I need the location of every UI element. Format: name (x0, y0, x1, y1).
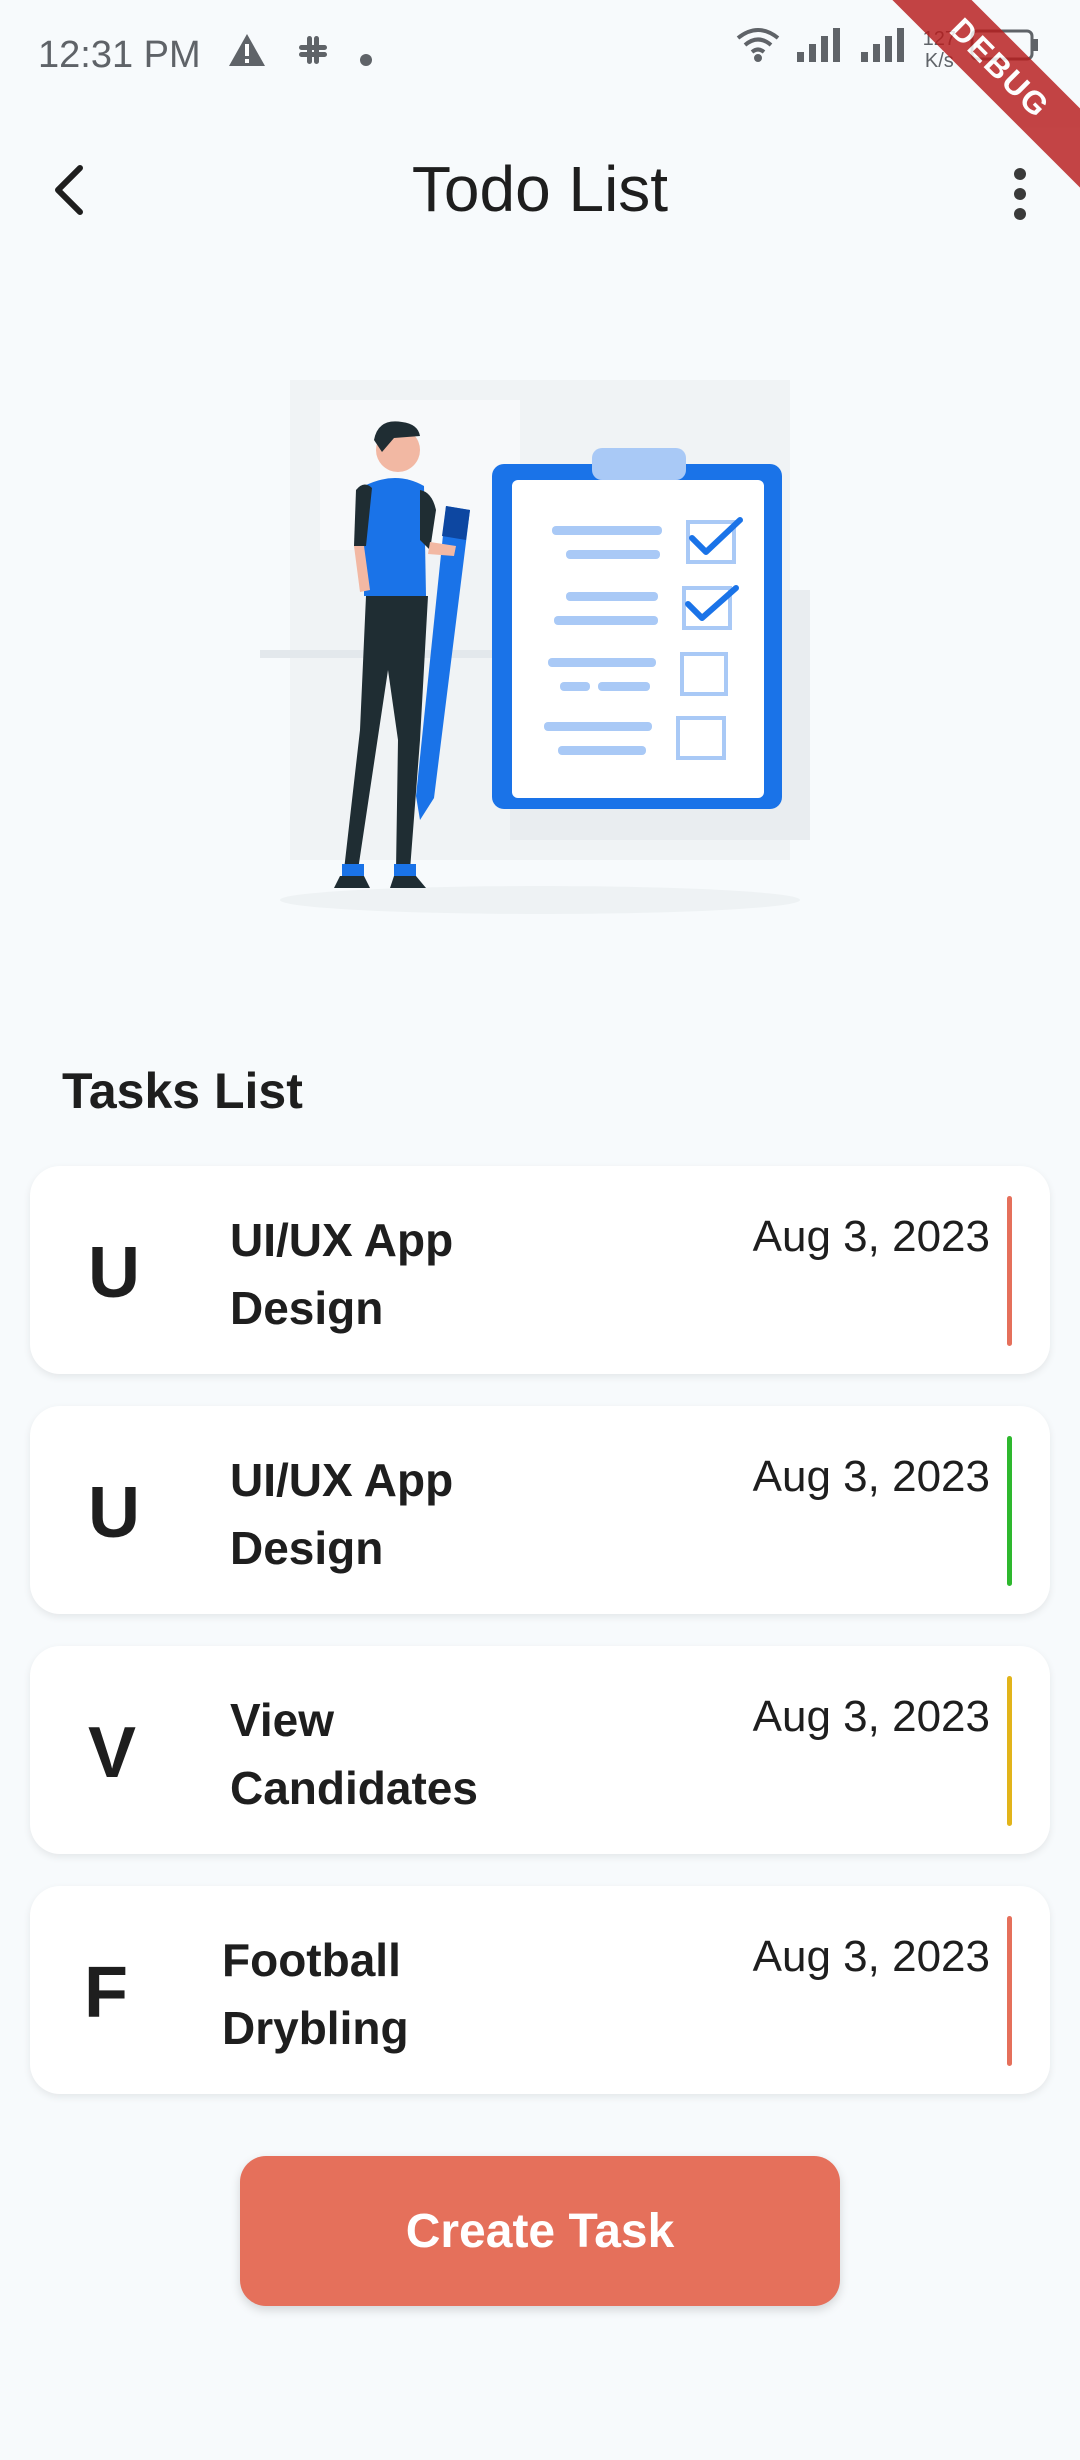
task-title: View Candidates (230, 1694, 478, 1814)
task-card[interactable]: U UI/UX App Design Aug 3, 2023 (30, 1166, 1050, 1374)
task-title: UI/UX App Design (230, 1214, 454, 1334)
task-priority-indicator (1007, 1436, 1012, 1586)
signal-icon (859, 28, 909, 72)
page-title: Todo List (411, 153, 669, 225)
task-date: Aug 3, 2023 (752, 1692, 990, 1741)
task-priority-indicator (1007, 1916, 1012, 2066)
task-title: UI/UX App Design (230, 1454, 454, 1574)
task-initial: U (88, 1233, 140, 1313)
notification-dot-icon (359, 34, 373, 77)
task-priority-indicator (1007, 1196, 1012, 1346)
app-bar: Todo List (0, 130, 1080, 250)
warning-icon (227, 32, 267, 78)
task-priority-indicator (1007, 1676, 1012, 1826)
section-title: Tasks List (62, 1063, 303, 1119)
task-initial: U (88, 1473, 140, 1553)
task-card[interactable]: F Football Drybling Aug 3, 2023 (30, 1886, 1050, 2094)
task-initial: V (88, 1713, 137, 1793)
task-initial: F (84, 1953, 128, 2033)
todo-illustration (260, 370, 820, 930)
task-date: Aug 3, 2023 (752, 1452, 990, 1501)
task-date: Aug 3, 2023 (752, 1932, 990, 1981)
slack-icon (293, 30, 333, 80)
wifi-icon (735, 26, 781, 74)
more-vert-icon[interactable] (990, 158, 1050, 230)
task-title: Football Drybling (222, 1934, 409, 2054)
status-time: 12:31 PM (38, 33, 201, 76)
task-card[interactable]: U UI/UX App Design Aug 3, 2023 (30, 1406, 1050, 1614)
task-date: Aug 3, 2023 (752, 1212, 990, 1261)
create-task-button[interactable]: Create Task (240, 2156, 840, 2306)
status-bar: 12:31 PM 127 K/s (0, 0, 1080, 201)
signal-icon (795, 28, 845, 72)
task-card[interactable]: V View Candidates Aug 3, 2023 (30, 1646, 1050, 1854)
